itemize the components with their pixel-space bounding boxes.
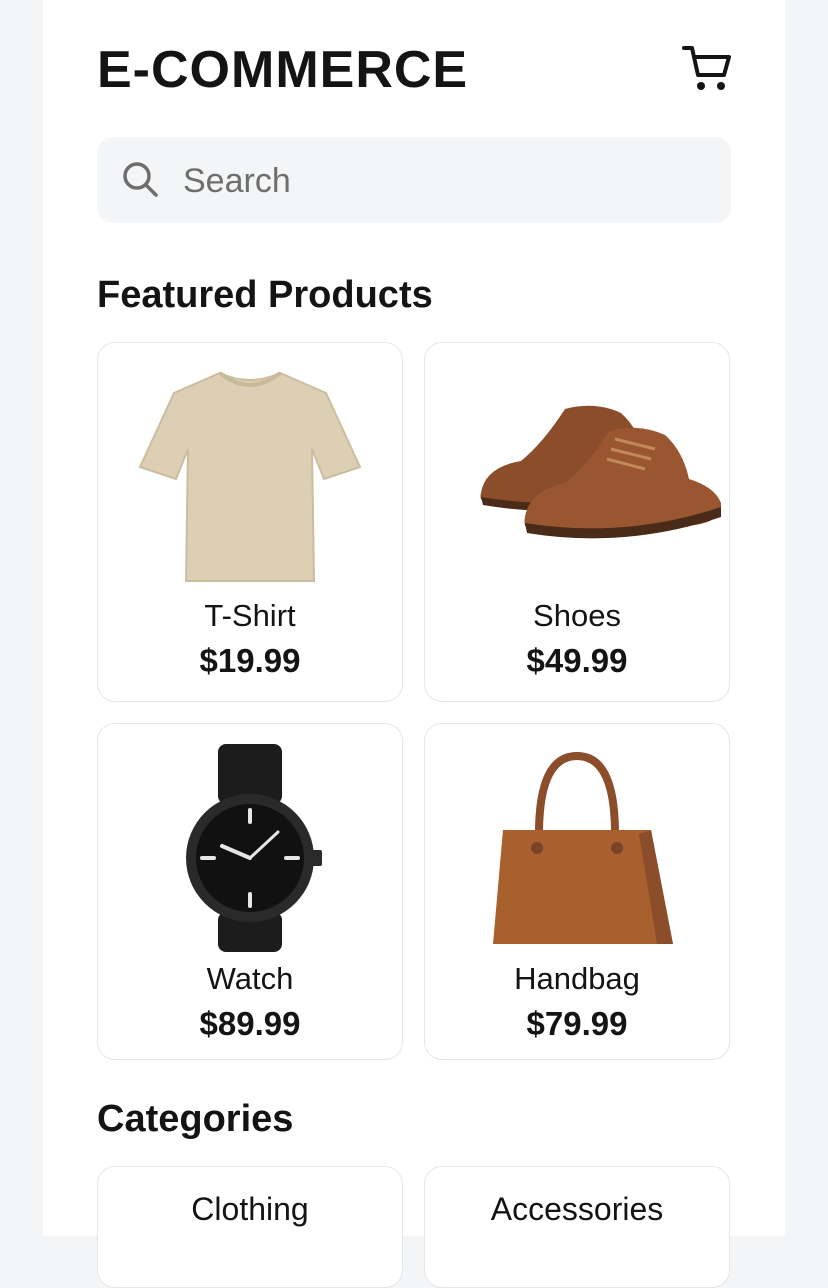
watch-image [186, 744, 322, 952]
product-card-watch[interactable]: Watch $89.99 [97, 723, 403, 1060]
search-input[interactable] [181, 155, 705, 207]
categories-heading: Categories [97, 1098, 294, 1140]
product-name: Shoes [533, 598, 621, 633]
category-clothing[interactable]: Clothing [97, 1166, 403, 1288]
product-price: $79.99 [526, 1005, 628, 1042]
header: E-COMMERCE [97, 38, 733, 102]
t-shirt-image [138, 371, 362, 582]
product-card-handbag[interactable]: Handbag $79.99 [424, 723, 730, 1060]
product-name: Handbag [514, 961, 640, 996]
product-price: $19.99 [199, 642, 301, 679]
app-title: E-COMMERCE [97, 41, 469, 99]
category-label: Accessories [490, 1191, 664, 1227]
category-accessories[interactable]: Accessories [424, 1166, 730, 1288]
search-bar[interactable] [97, 137, 731, 223]
featured-products-heading: Featured Products [97, 274, 433, 316]
search-icon [123, 162, 158, 197]
product-card-shoes[interactable]: Shoes $49.99 [424, 342, 730, 702]
product-card-tshirt[interactable]: T-Shirt $19.99 [97, 342, 403, 702]
product-name: Watch [206, 961, 294, 996]
product-price: $49.99 [526, 642, 628, 679]
handbag-image [493, 751, 673, 944]
shoes-image [480, 405, 722, 539]
app-screen: E-COMMERCE Featured Products T-Shirt $19… [43, 0, 785, 1288]
shopping-cart-icon[interactable] [681, 42, 733, 94]
category-label: Clothing [191, 1191, 309, 1227]
product-name: T-Shirt [204, 598, 296, 633]
product-price: $89.99 [199, 1005, 301, 1042]
